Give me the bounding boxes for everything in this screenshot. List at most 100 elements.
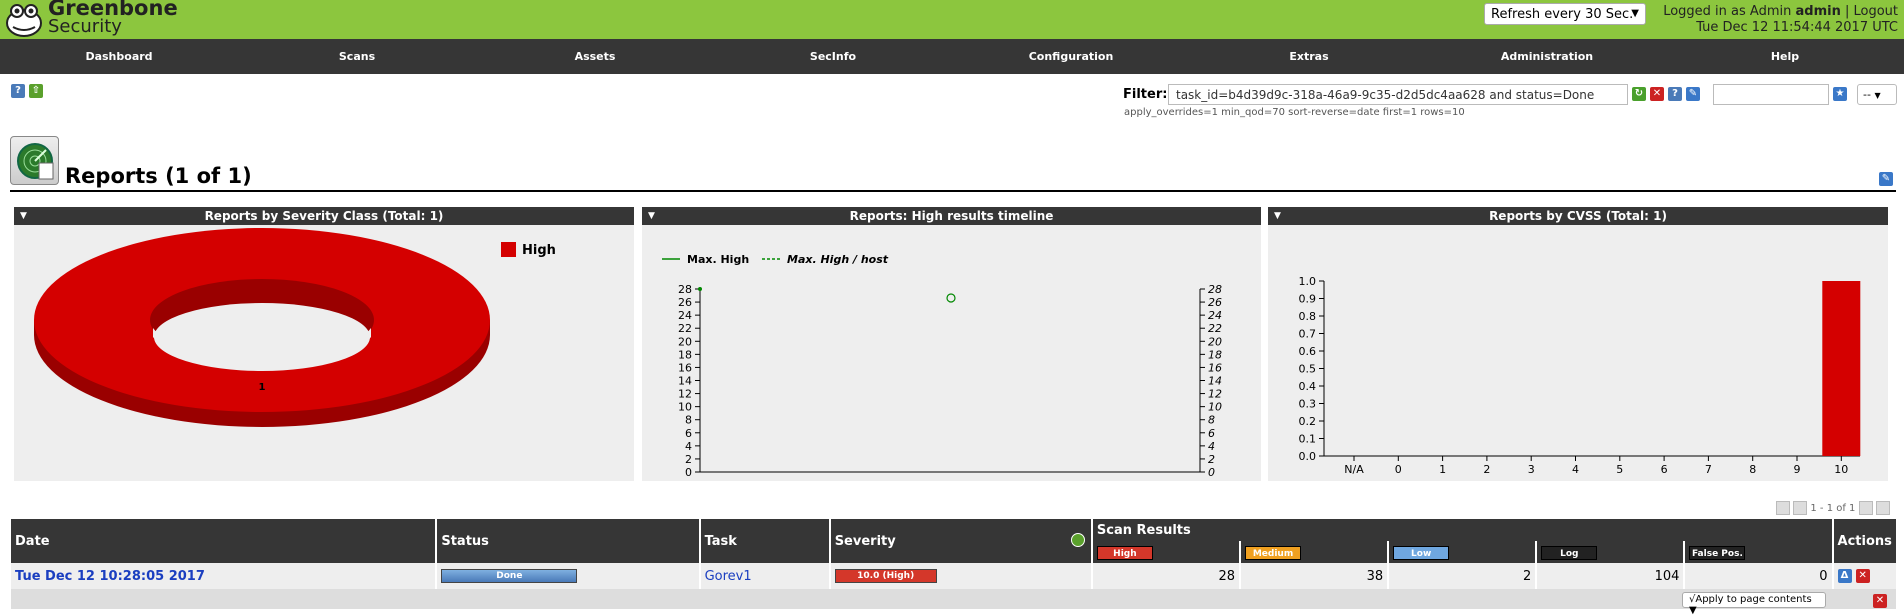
nav-configuration[interactable]: Configuration [952, 39, 1190, 74]
bulk-delete-icon[interactable]: ✕ [1873, 594, 1887, 608]
apply-select-value: √Apply to page contents [1689, 594, 1812, 605]
export-icon[interactable]: ⇧ [29, 84, 43, 98]
nav-assets[interactable]: Assets [476, 39, 714, 74]
cvss-bar[interactable] [1822, 281, 1861, 456]
nav-help[interactable]: Help [1666, 39, 1904, 74]
refresh-select-value: Refresh every 30 Sec. [1491, 7, 1634, 22]
y-tick-label-right: 18 [1208, 348, 1222, 361]
y-tick-label-right: 26 [1208, 296, 1222, 309]
row-low-count: 2 [1388, 563, 1538, 589]
row-date-link[interactable]: Tue Dec 12 10:28:05 2017 [11, 563, 438, 589]
last-page-icon[interactable] [1875, 501, 1890, 515]
cvss-x-tick-label: 6 [1661, 463, 1668, 476]
delete-icon[interactable]: ✕ [1855, 569, 1870, 583]
frog-logo-icon [6, 4, 42, 37]
first-page-icon[interactable] [1776, 501, 1790, 515]
column-log[interactable]: Log [1536, 541, 1686, 563]
reset-filter-icon[interactable]: ✕ [1650, 87, 1664, 101]
username-link[interactable]: admin [1795, 4, 1840, 19]
column-low[interactable]: Low [1388, 541, 1538, 563]
timeline-panel-header[interactable]: ▼ Reports: High results timeline [642, 207, 1261, 225]
overrides-icon[interactable] [1070, 533, 1085, 547]
greenbone-logo[interactable]: Greenbone Security Assistant [4, 0, 204, 58]
cvss-y-tick-label: 0.4 [1299, 380, 1317, 393]
y-tick-label-left: 18 [678, 348, 692, 361]
y-tick-label-left: 8 [685, 414, 692, 427]
y-tick-label-right: 24 [1208, 309, 1222, 322]
data-point-max-high-host[interactable] [946, 293, 956, 303]
y-tick-label-left: 12 [678, 388, 692, 401]
edit-dashboard-icon[interactable]: ✎ [1879, 172, 1893, 186]
column-actions: Actions [1832, 519, 1896, 563]
refresh-filter-icon[interactable]: ↻ [1632, 87, 1646, 101]
severity-bar: 10.0 (High) [834, 569, 937, 583]
cvss-x-tick-label: 4 [1572, 463, 1579, 476]
header-bar: Greenbone Security Assistant Refresh eve… [0, 0, 1904, 58]
filter-name-input[interactable] [1713, 84, 1829, 105]
cvss-x-tick-label: 10 [1834, 463, 1848, 476]
next-page-icon[interactable] [1858, 501, 1873, 515]
nav-dashboard[interactable]: Dashboard [0, 39, 238, 74]
y-tick-label-right: 6 [1208, 427, 1215, 440]
data-point-max-high[interactable] [698, 287, 702, 291]
apply-select[interactable]: √Apply to page contents ▼ [1682, 592, 1826, 616]
status-progress-bar: Done [441, 569, 578, 583]
column-high[interactable]: High [1091, 541, 1242, 563]
cvss-panel: ▼ Reports by CVSS (Total: 1) 0.0 0.1 0.2 0.3… [1268, 207, 1888, 481]
cvss-x-tick-label: 7 [1705, 463, 1712, 476]
edit-filter-icon[interactable]: ✎ [1686, 87, 1700, 101]
nav-secinfo[interactable]: SecInfo [714, 39, 952, 74]
badge-high: High [1096, 545, 1153, 560]
cvss-bar-chart: 0.0 0.1 0.2 0.3 0.4 0.5 0.6 0.7 0.8 0.9 1.0 N/A 0 1 2 3… [1299, 275, 1861, 476]
column-severity[interactable]: Severity [829, 519, 1093, 563]
refresh-select[interactable]: Refresh every 30 Sec. ▼ [1484, 3, 1646, 25]
y-tick-label-right: 22 [1208, 322, 1222, 335]
filter-details: apply_overrides=1 min_qod=70 sort-revers… [1124, 107, 1465, 118]
y-tick-label-left: 16 [678, 361, 692, 374]
nav-scans[interactable]: Scans [238, 39, 476, 74]
column-task[interactable]: Task [699, 519, 831, 563]
collapse-icon[interactable]: ▼ [648, 207, 655, 225]
legend-swatch-high [501, 242, 516, 257]
delta-icon[interactable]: Δ [1837, 569, 1852, 583]
saved-filter-select[interactable]: -- ▼ [1857, 84, 1897, 105]
column-false-pos[interactable]: False Pos. [1684, 541, 1834, 563]
table-footer: √Apply to page contents ▼ ✕ [11, 589, 1896, 616]
severity-panel-header[interactable]: ▼ Reports by Severity Class (Total: 1) [14, 207, 634, 225]
column-status[interactable]: Status [436, 519, 701, 563]
badge-false-pos: False Pos. [1689, 545, 1746, 560]
main-nav: Dashboard Scans Assets SecInfo Configura… [0, 39, 1904, 74]
y-tick-label-left: 14 [678, 375, 692, 388]
filter-input[interactable]: task_id=b4d39d9c-318a-46a9-9c35-d2d5dc4a… [1168, 84, 1628, 105]
nav-administration[interactable]: Administration [1428, 39, 1666, 74]
filter-help-icon[interactable]: ? [1668, 87, 1682, 101]
timeline-panel-title: Reports: High results timeline [849, 209, 1054, 223]
save-filter-icon[interactable]: ★ [1833, 87, 1847, 101]
column-medium[interactable]: Medium [1240, 541, 1390, 563]
cvss-x-tick-label: 9 [1794, 463, 1801, 476]
cvss-panel-header[interactable]: ▼ Reports by CVSS (Total: 1) [1268, 207, 1888, 225]
y-tick-label-right: 2 [1208, 453, 1215, 466]
cvss-x-tick-label: 8 [1749, 463, 1756, 476]
collapse-icon[interactable]: ▼ [20, 207, 27, 225]
cvss-x-tick-label: 5 [1616, 463, 1623, 476]
y-tick-label-right: 0 [1208, 466, 1215, 479]
timeline-chart: Max. High Max. High / host 0 02 24 46 68 810 1… [662, 253, 1222, 479]
column-date[interactable]: Date [11, 519, 438, 563]
column-scan-results: Scan Results [1091, 519, 1834, 541]
y-tick-label-left: 2 [685, 453, 692, 466]
nav-extras[interactable]: Extras [1190, 39, 1428, 74]
y-tick-label-left: 4 [685, 440, 692, 453]
logout-link[interactable]: Logout [1853, 4, 1898, 19]
y-tick-label-right: 28 [1208, 283, 1222, 296]
y-tick-label-right: 12 [1208, 388, 1222, 401]
cvss-y-tick-label: 0.0 [1299, 450, 1317, 463]
cvss-x-tick-label: 3 [1528, 463, 1535, 476]
chevron-down-icon: ▼ [1631, 8, 1639, 19]
collapse-icon[interactable]: ▼ [1274, 207, 1281, 225]
reports-icon [10, 136, 59, 185]
row-actions: Δ ✕ [1832, 563, 1896, 589]
help-icon[interactable]: ? [11, 84, 25, 98]
prev-page-icon[interactable] [1793, 501, 1808, 515]
row-task-link[interactable]: Gorev1 [699, 563, 831, 589]
